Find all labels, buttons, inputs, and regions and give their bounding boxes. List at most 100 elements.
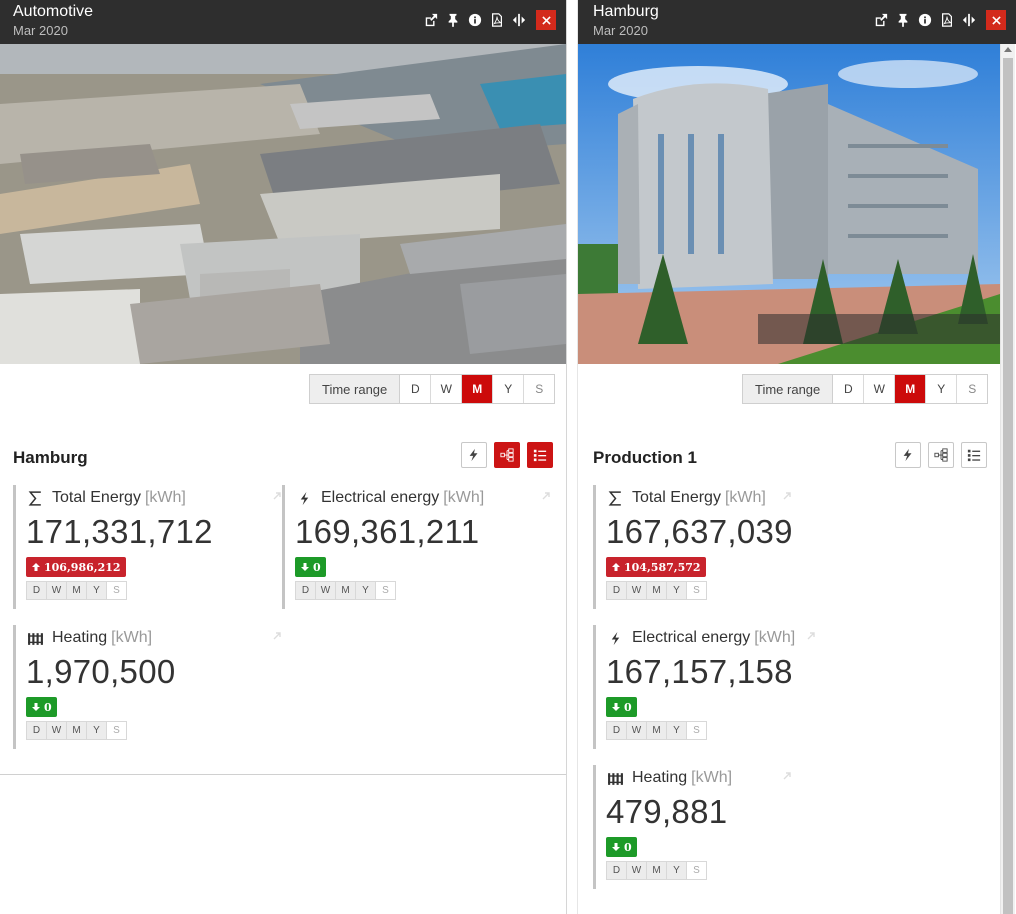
- period-month[interactable]: M: [647, 722, 667, 739]
- radiator-icon: [26, 629, 44, 647]
- resize-icon[interactable]: [508, 10, 530, 30]
- metric-card-electrical-energy[interactable]: Electrical energy [kWh] 169,361,211 0 DWM…: [282, 485, 550, 609]
- info-icon[interactable]: [464, 10, 486, 30]
- energy-flow-view-button[interactable]: [895, 442, 921, 468]
- widget-title: Hamburg: [593, 3, 659, 20]
- period-day[interactable]: D: [607, 862, 627, 879]
- trend-badge-up: 106,986,212: [26, 557, 126, 577]
- period-month[interactable]: M: [67, 582, 87, 599]
- period-month[interactable]: M: [67, 722, 87, 739]
- period-s[interactable]: S: [687, 862, 706, 879]
- metric-card-heating[interactable]: Heating [kWh] 1,970,500 0 DWMYS: [13, 625, 281, 749]
- metric-unit: [kWh]: [111, 629, 153, 646]
- period-week[interactable]: W: [316, 582, 336, 599]
- list-view-button[interactable]: [527, 442, 553, 468]
- period-week[interactable]: W: [47, 582, 67, 599]
- time-range-year[interactable]: Y: [493, 375, 525, 403]
- section-title: Production 1: [593, 448, 697, 467]
- period-week[interactable]: W: [627, 582, 647, 599]
- metric-value: 1,970,500: [26, 653, 176, 690]
- period-year[interactable]: Y: [356, 582, 376, 599]
- scroll-thumb[interactable]: [1003, 58, 1013, 914]
- widget-header: Automotive Mar 2020: [0, 0, 566, 44]
- energy-flow-view-button[interactable]: [461, 442, 487, 468]
- period-day[interactable]: D: [607, 582, 627, 599]
- period-year[interactable]: Y: [667, 722, 687, 739]
- expand-arrow-icon[interactable]: [782, 771, 792, 781]
- expand-arrow-icon[interactable]: [806, 631, 816, 641]
- vertical-scrollbar[interactable]: [1000, 44, 1015, 914]
- time-range-day[interactable]: D: [400, 375, 432, 403]
- time-range-week[interactable]: W: [431, 375, 463, 403]
- time-range-month[interactable]: M: [462, 375, 494, 403]
- info-icon[interactable]: [914, 10, 936, 30]
- close-icon: [541, 15, 551, 25]
- metric-card-electrical-energy[interactable]: Electrical energy [kWh] 167,157,158 0 DWM…: [593, 625, 855, 749]
- external-link-icon[interactable]: [420, 10, 442, 30]
- arrow-down-icon: [32, 703, 40, 711]
- widget-subtitle: Mar 2020: [13, 23, 68, 38]
- period-week[interactable]: W: [47, 722, 67, 739]
- metric-value: 167,637,039: [606, 513, 793, 550]
- tree-icon: [934, 448, 948, 462]
- period-day[interactable]: D: [607, 722, 627, 739]
- list-icon: [533, 449, 547, 462]
- period-s[interactable]: S: [687, 582, 706, 599]
- period-day[interactable]: D: [27, 582, 47, 599]
- metric-card-heating[interactable]: Heating [kWh] 479,881 0 DWMYS: [593, 765, 855, 889]
- metric-card-total-energy[interactable]: Total Energy [kWh] 171,331,712 106,986,21…: [13, 485, 281, 609]
- metric-card-total-energy[interactable]: Total Energy [kWh] 167,637,039 104,587,57…: [593, 485, 855, 609]
- arrow-down-icon: [612, 843, 620, 851]
- period-month[interactable]: M: [647, 582, 667, 599]
- divider-line: [0, 774, 566, 775]
- list-view-button[interactable]: [961, 442, 987, 468]
- period-year[interactable]: Y: [667, 582, 687, 599]
- period-s[interactable]: S: [687, 722, 706, 739]
- pin-icon[interactable]: [442, 10, 464, 30]
- external-link-icon[interactable]: [870, 10, 892, 30]
- close-button[interactable]: [536, 10, 556, 30]
- expand-arrow-icon[interactable]: [541, 491, 551, 501]
- period-day[interactable]: D: [296, 582, 316, 599]
- close-icon: [991, 15, 1001, 25]
- resize-icon[interactable]: [958, 10, 980, 30]
- metric-value: 171,331,712: [26, 513, 213, 550]
- metric-title: Total Energy: [52, 489, 141, 506]
- time-range-s[interactable]: S: [524, 375, 555, 403]
- arrow-down-icon: [301, 563, 309, 571]
- period-s[interactable]: S: [107, 582, 126, 599]
- scroll-up-arrow-icon[interactable]: [1004, 47, 1012, 52]
- time-range-month[interactable]: M: [895, 375, 927, 403]
- arrow-up-icon: [612, 563, 620, 571]
- metric-value: 169,361,211: [295, 513, 480, 550]
- period-year[interactable]: Y: [87, 582, 107, 599]
- period-week[interactable]: W: [627, 862, 647, 879]
- time-range-day[interactable]: D: [833, 375, 865, 403]
- tree-view-button[interactable]: [494, 442, 520, 468]
- list-icon: [967, 449, 981, 462]
- close-button[interactable]: [986, 10, 1006, 30]
- period-year[interactable]: Y: [667, 862, 687, 879]
- period-week[interactable]: W: [627, 722, 647, 739]
- panel-divider[interactable]: [566, 0, 578, 914]
- time-range-week[interactable]: W: [864, 375, 896, 403]
- time-range-s[interactable]: S: [957, 375, 988, 403]
- time-range-year[interactable]: Y: [926, 375, 958, 403]
- pin-icon[interactable]: [892, 10, 914, 30]
- period-month[interactable]: M: [647, 862, 667, 879]
- metric-unit: [kWh]: [144, 489, 186, 506]
- period-month[interactable]: M: [336, 582, 356, 599]
- tree-view-button[interactable]: [928, 442, 954, 468]
- energy-flow-icon: [469, 448, 478, 462]
- pdf-icon[interactable]: [486, 10, 508, 30]
- period-day[interactable]: D: [27, 722, 47, 739]
- period-selector: DWMYS: [26, 721, 127, 740]
- period-s[interactable]: S: [376, 582, 395, 599]
- expand-arrow-icon[interactable]: [272, 491, 282, 501]
- period-s[interactable]: S: [107, 722, 126, 739]
- period-year[interactable]: Y: [87, 722, 107, 739]
- pdf-icon[interactable]: [936, 10, 958, 30]
- expand-arrow-icon[interactable]: [782, 491, 792, 501]
- metric-title: Electrical energy: [632, 629, 751, 646]
- expand-arrow-icon[interactable]: [272, 631, 282, 641]
